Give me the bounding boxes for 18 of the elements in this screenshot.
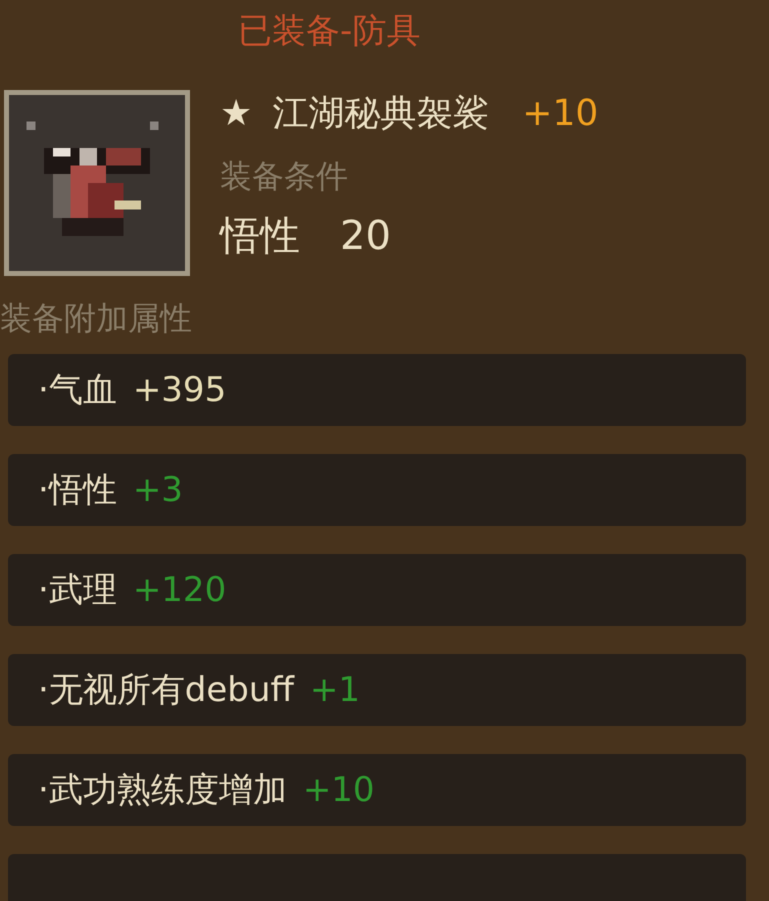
stat-label: ·武功熟练度增加 xyxy=(38,773,287,807)
star-icon: ★ xyxy=(220,96,252,132)
requirement-value: 20 xyxy=(340,216,391,256)
stat-value: +120 xyxy=(132,573,226,607)
stat-value: +10 xyxy=(302,773,375,807)
stat-value: +3 xyxy=(132,473,183,507)
stat-label: ·悟性 xyxy=(38,473,117,507)
item-name: 江湖秘典袈裟 xyxy=(272,96,488,132)
stat-value: +395 xyxy=(132,373,226,407)
stat-value: +1 xyxy=(310,673,360,707)
enhance-level: +10 xyxy=(522,96,598,132)
panel-title: 已装备-防具 xyxy=(237,10,422,53)
stat-label: ·气血 xyxy=(38,373,117,407)
stat-label: ·无视所有debuff xyxy=(38,673,294,707)
stat-label: ·武理 xyxy=(38,573,117,607)
requirement-stat: 悟性 xyxy=(220,216,300,256)
requirement-label: 装备条件 xyxy=(220,160,349,192)
section-title: 装备附加属性 xyxy=(0,302,193,334)
